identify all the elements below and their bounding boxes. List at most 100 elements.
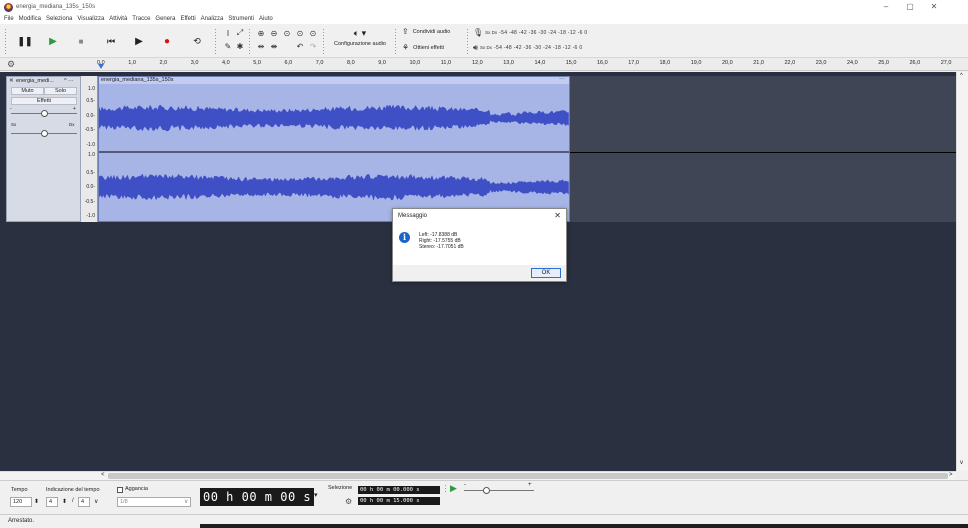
selection-start-time[interactable]: 00 h 00 m 00.000 s (358, 486, 440, 494)
ruler-tick-label: 14,0 (534, 60, 546, 66)
silence-selection-icon[interactable]: ⇼ (268, 40, 280, 52)
amplitude-ruler[interactable]: 1.0 0.5- 0.0- -0.5- -1.0 1.0 0.5- 0.0- -… (81, 76, 98, 222)
ruler-tick-label: 15,0 (565, 60, 577, 66)
stop-button[interactable]: ■ (70, 30, 92, 52)
fit-project-icon[interactable]: ⊙ (294, 27, 306, 39)
get-effects-button[interactable]: ⚘ Ottieni effetti (402, 43, 462, 52)
trim-outside-icon[interactable]: ⇹ (255, 40, 267, 52)
pan-slider-knob[interactable] (41, 130, 48, 137)
pause-button[interactable]: ❚❚ (14, 30, 36, 52)
ruler-tick-label: 26,0 (909, 60, 921, 66)
menu-help[interactable]: Aiuto (259, 16, 273, 22)
time-format-chevron-icon[interactable]: ▾ (314, 491, 318, 499)
snap-select[interactable]: 1/8 (117, 497, 191, 507)
selection-tool-icon[interactable]: I (222, 27, 234, 39)
track-empty-area[interactable] (570, 76, 956, 222)
scroll-thumb[interactable] (108, 473, 948, 479)
scroll-up-icon[interactable]: ^ (960, 73, 963, 79)
skip-end-button[interactable]: ▶ (128, 30, 150, 52)
fit-selection-icon[interactable]: ⊙ (281, 27, 293, 39)
speed-slider-track[interactable] (464, 490, 534, 491)
gain-slider-knob[interactable] (41, 110, 48, 117)
effects-button[interactable]: Effetti (11, 97, 77, 105)
mute-button[interactable]: Muto (11, 87, 44, 95)
zoom-in-icon[interactable]: ⊕ (255, 27, 267, 39)
snap-chevron-icon[interactable]: ∨ (184, 498, 188, 505)
undo-icon[interactable]: ↶ (294, 40, 306, 52)
speed-slider-knob[interactable] (483, 487, 490, 494)
toolbar-grip[interactable] (322, 28, 325, 54)
menu-generate[interactable]: Genera (155, 16, 175, 22)
record-meter[interactable]: 🎙︎ Sx Dx -54 -48 -42 -36 -30 -24 -18 -12… (473, 28, 588, 37)
ruler-tick-label: 11,0 (440, 60, 452, 66)
ruler-tick-label: 1,0 (128, 60, 136, 66)
minimize-icon[interactable]: – (874, 2, 898, 11)
toolbar-grip[interactable] (248, 28, 251, 54)
maximize-icon[interactable]: ▢ (898, 2, 922, 11)
ruler-tick-label: 27,0 (940, 60, 952, 66)
audio-clip[interactable]: energia_mediana_135s_150s ··· (98, 76, 570, 222)
denominator-chevron-icon[interactable]: ∨ (94, 498, 98, 505)
solo-button[interactable]: Solo (44, 87, 77, 95)
multi-tool-icon[interactable]: ✱ (234, 40, 246, 52)
horizontal-scrollbar[interactable]: < > (0, 471, 956, 480)
ruler-tick-label: 3,0 (190, 60, 199, 66)
tempo-input[interactable]: 120 (10, 497, 32, 507)
draw-tool-icon[interactable]: ✎ (222, 40, 234, 52)
time-display[interactable]: 00 h 00 m 00 s (200, 488, 314, 506)
menu-effects[interactable]: Effetti (180, 16, 195, 22)
scroll-left-icon[interactable]: < (101, 472, 105, 478)
redo-icon[interactable]: ↷ (307, 40, 319, 52)
track-menu-chevron-icon[interactable]: ^ ··· (64, 78, 74, 84)
menu-tools[interactable]: Strumenti (228, 16, 254, 22)
play-at-speed-icon[interactable]: ▶ (450, 483, 457, 494)
time-signature-denominator[interactable]: 4 (78, 497, 90, 507)
clip-title-bar[interactable]: energia_mediana_135s_150s ··· (99, 76, 569, 84)
time-signature-numerator[interactable]: 4 (46, 497, 58, 507)
menu-view[interactable]: Visualizza (77, 16, 104, 22)
loop-button[interactable]: ⟲ (186, 30, 208, 52)
selection-end-time[interactable]: 00 h 00 m 15.000 s (358, 497, 440, 505)
scale-label: 0.5- (86, 98, 95, 104)
clip-menu-icon[interactable]: ··· (559, 76, 565, 83)
timeline-settings-gear-icon[interactable]: ⚙ (7, 59, 15, 70)
menu-edit[interactable]: Modifica (19, 16, 41, 22)
skip-start-button[interactable]: ⏮ (100, 30, 122, 52)
record-button[interactable]: ● (156, 30, 178, 52)
track-name-bar[interactable]: ✕ energia_medi... ^ ··· (8, 78, 80, 86)
scroll-down-icon[interactable]: v (960, 460, 963, 466)
toolbar-grip[interactable] (4, 28, 7, 54)
menu-select[interactable]: Seleziona (46, 16, 72, 22)
menu-analyze[interactable]: Analizza (201, 16, 224, 22)
toolbar-grip[interactable] (466, 28, 469, 54)
menu-file[interactable]: File (4, 16, 14, 22)
scroll-right-icon[interactable]: > (949, 472, 953, 478)
snap-checkbox[interactable] (117, 487, 123, 493)
playback-meter[interactable]: 🔊︎ Sx Dx -54 -48 -42 -36 -30 -24 -18 -12… (473, 43, 582, 53)
menu-tracks[interactable]: Tracce (132, 16, 150, 22)
toolbar-grip[interactable] (214, 28, 217, 54)
dialog-close-icon[interactable]: ✕ (554, 211, 561, 220)
numerator-spinner-icon[interactable]: ⬍ (62, 498, 67, 505)
ruler-tick-label: 2,0 (159, 60, 168, 66)
play-button[interactable]: ▶ (42, 30, 64, 52)
playhead-marker-icon[interactable] (98, 64, 104, 69)
selection-settings-gear-icon[interactable]: ⚙ (345, 497, 352, 506)
track-control-panel[interactable]: ✕ energia_medi... ^ ··· Muto Solo Effett… (6, 76, 81, 222)
toolbar-grip[interactable] (444, 484, 447, 494)
share-audio-button[interactable]: ⇪ Condividi audio (402, 27, 462, 36)
close-window-icon[interactable]: ✕ (922, 2, 946, 11)
vertical-scrollbar[interactable]: ^ v (956, 72, 968, 471)
menu-transport[interactable]: Attività (109, 16, 127, 22)
close-track-icon[interactable]: ✕ (9, 78, 14, 84)
zoom-toggle-icon[interactable]: ⊙ (307, 27, 319, 39)
audio-setup-button[interactable]: 🔈︎ ▾ Configurazione audio (330, 28, 390, 47)
ruler-tick-label: 19,0 (690, 60, 702, 66)
waveform[interactable] (99, 84, 569, 221)
zoom-out-icon[interactable]: ⊖ (268, 27, 280, 39)
ok-button[interactable]: OK (531, 268, 561, 278)
timeline-ruler[interactable]: ⚙ 0,0 1,0 2,0 3,0 4,0 5,0 6,0 7,0 8,0 9,0 10,0 11,0… (0, 58, 968, 71)
tempo-spinner-icon[interactable]: ⬍ (34, 498, 39, 505)
envelope-tool-icon[interactable]: ⤢ (234, 27, 246, 39)
toolbar-grip[interactable] (394, 28, 397, 54)
